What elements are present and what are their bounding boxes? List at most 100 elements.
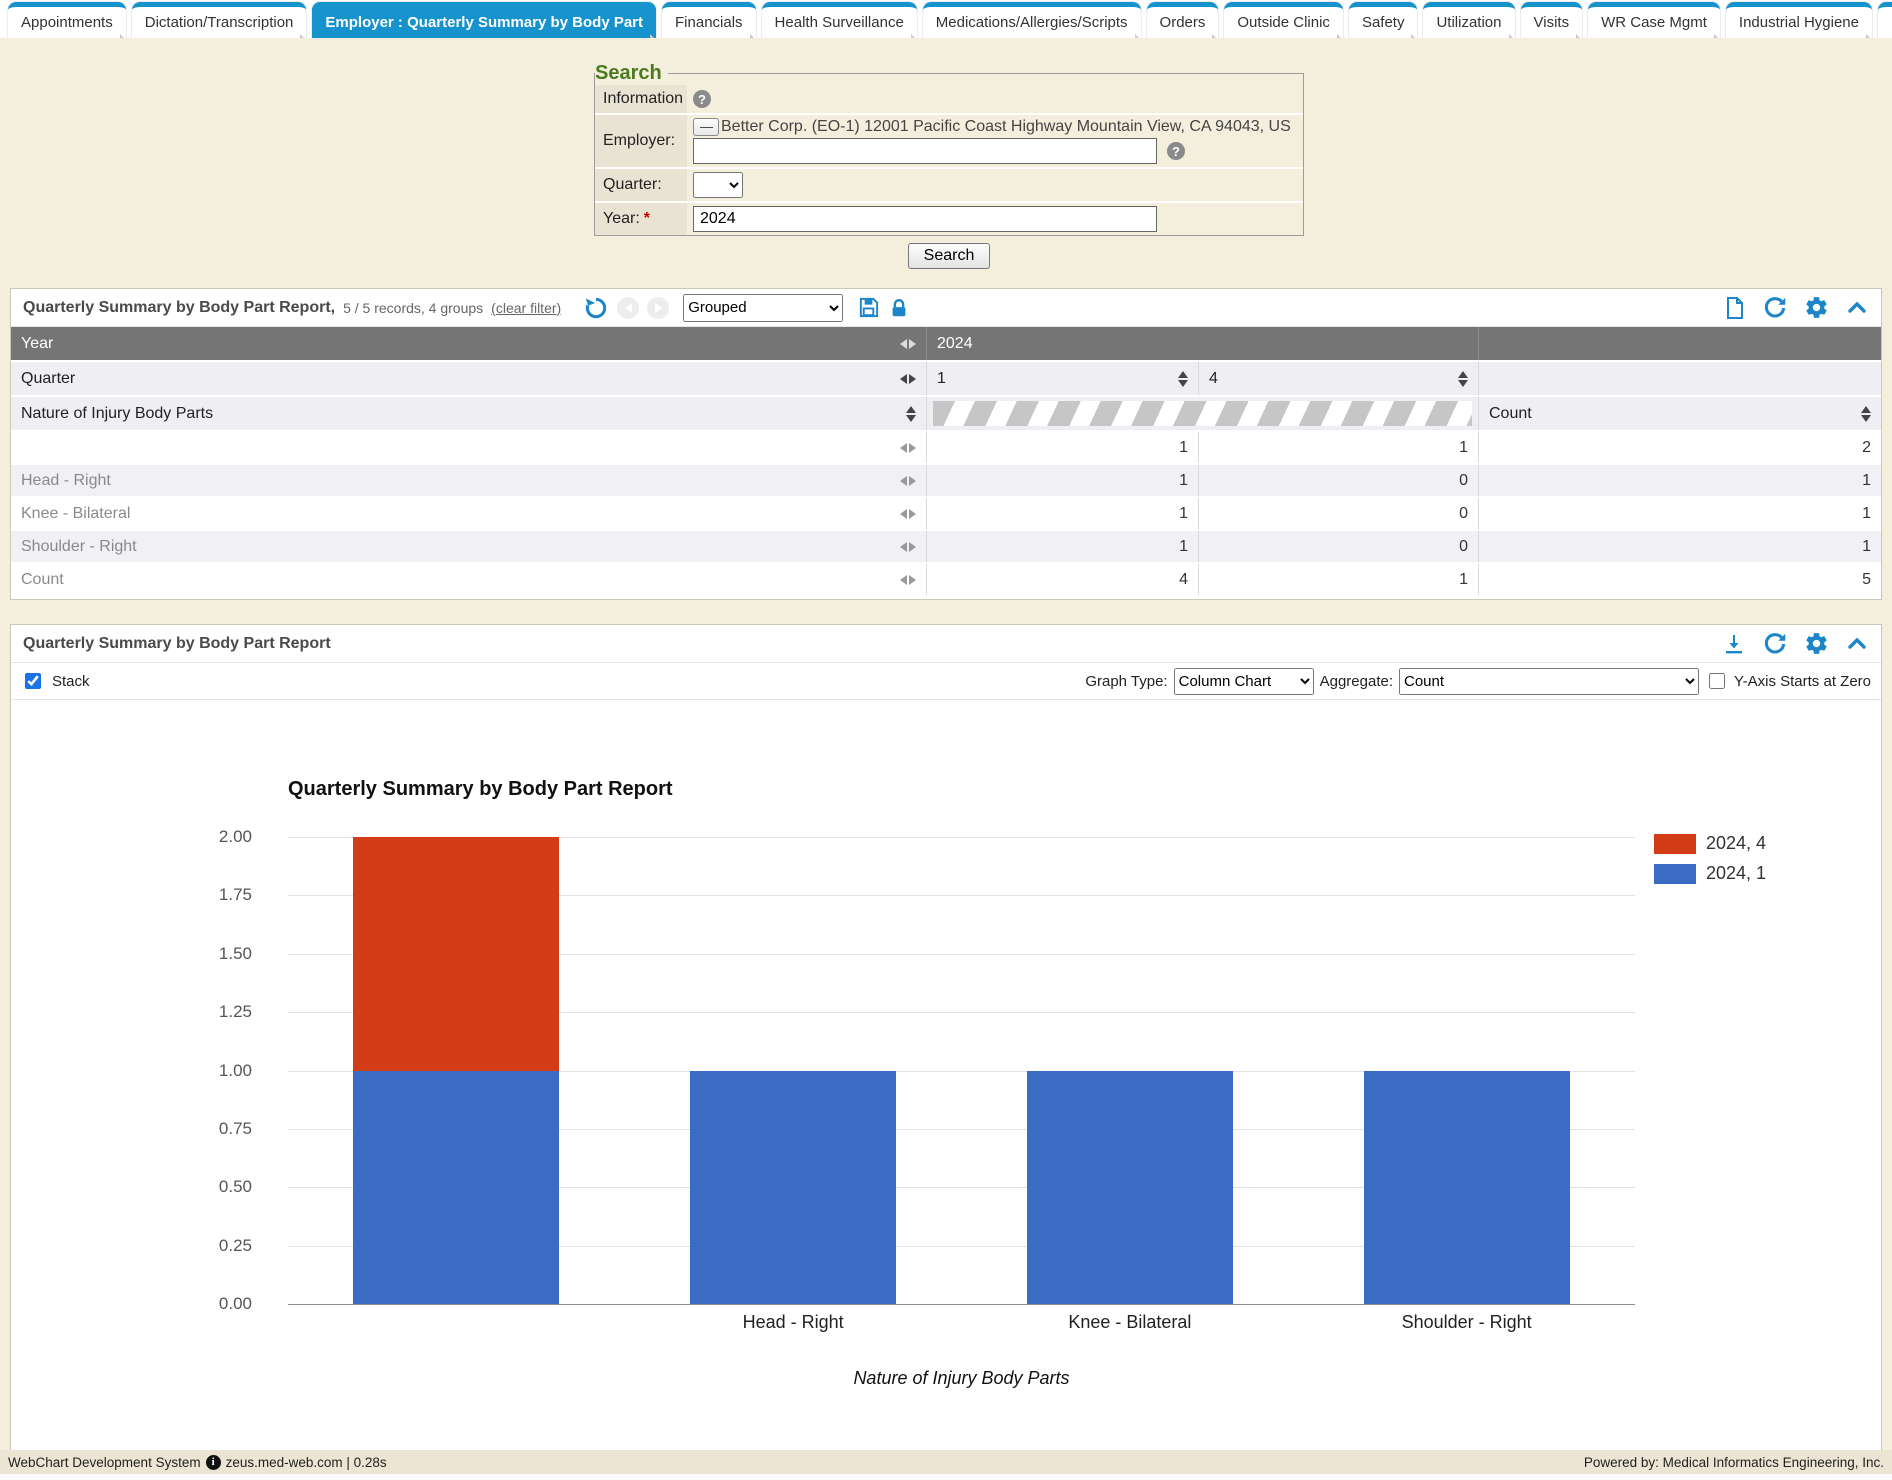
chart-canvas: Quarterly Summary by Body Part Report Na… (11, 700, 1881, 1455)
tab-safety[interactable]: Safety (1349, 2, 1418, 38)
column-move-icon[interactable] (900, 509, 916, 519)
quarter-1-header: 1 (937, 370, 946, 388)
stack-checkbox[interactable] (25, 673, 41, 689)
tab-orders[interactable]: Orders (1147, 2, 1219, 38)
new-document-icon[interactable] (1722, 296, 1746, 320)
yaxis-zero-checkbox[interactable] (1709, 673, 1725, 689)
collapse-panel-icon[interactable] (1845, 296, 1869, 320)
bar-Knee - Bilateral-series-2024, 1[interactable] (1027, 1071, 1233, 1305)
collapse-panel-icon[interactable] (1845, 632, 1869, 656)
hatched-spacer-cell (926, 397, 1478, 430)
column-move-icon[interactable] (900, 374, 916, 384)
column-move-icon[interactable] (900, 476, 916, 486)
bar-unlabeled-series-2024, 1[interactable] (353, 1071, 559, 1305)
graph-type-select[interactable]: Column Chart (1174, 668, 1314, 695)
year-row-empty-cell (1478, 327, 1881, 360)
employer-help-icon[interactable]: ? (1167, 142, 1185, 160)
tab-bar: Appointments Dictation/Transcription Emp… (0, 0, 1892, 38)
y-tick-label: 0.25 (182, 1236, 252, 1256)
table-row[interactable]: Head - Right 1 0 1 (11, 465, 1881, 498)
column-move-icon[interactable] (900, 575, 916, 585)
employer-input[interactable] (693, 138, 1157, 164)
information-help-icon[interactable]: ? (693, 90, 711, 108)
table-row[interactable]: 1 1 2 (11, 432, 1881, 465)
x-category-label: Shoulder - Right (1402, 1312, 1532, 1333)
tab-wr-case-mgmt[interactable]: WR Case Mgmt (1588, 2, 1720, 38)
refresh-icon[interactable] (1762, 631, 1788, 657)
count-column-label: Count (1489, 405, 1532, 423)
sort-icon[interactable] (906, 406, 916, 422)
information-label: Information (595, 85, 687, 113)
refresh-icon[interactable] (1762, 295, 1788, 321)
nav-back-icon (617, 297, 639, 319)
grid-records-count: 5 / 5 records, 4 groups (343, 300, 483, 316)
quarter-row-label: Quarter (21, 370, 75, 388)
table-row[interactable]: Knee - Bilateral 1 0 1 (11, 498, 1881, 531)
tab-utilization[interactable]: Utilization (1423, 2, 1514, 38)
tab-appointments[interactable]: Appointments (8, 2, 126, 38)
year-row-value: 2024 (926, 327, 1478, 360)
table-row[interactable]: Shoulder - Right 1 0 1 (11, 531, 1881, 564)
plot-area (288, 837, 1635, 1304)
search-title: Search (595, 62, 668, 85)
year-label: Year: * (595, 203, 687, 235)
tab-visits[interactable]: Visits (1521, 2, 1583, 38)
legend-item[interactable]: 2024, 4 (1654, 833, 1766, 854)
y-tick-label: 1.25 (182, 1002, 252, 1022)
quarter-4-header: 4 (1209, 370, 1218, 388)
save-icon[interactable] (857, 296, 880, 319)
quarter-select[interactable] (693, 172, 743, 198)
tab-employer-quarterly-summary[interactable]: Employer : Quarterly Summary by Body Par… (312, 2, 656, 38)
legend-item[interactable]: 2024, 1 (1654, 863, 1766, 884)
status-bar: WebChart Development System i zeus.med-w… (0, 1450, 1892, 1474)
clear-filter-link[interactable]: (clear filter) (491, 300, 561, 316)
quarter-row: Quarter: (595, 167, 1303, 201)
grid-report-title: Quarterly Summary by Body Part Report, (23, 299, 335, 317)
yaxis-zero-label: Y-Axis Starts at Zero (1734, 673, 1871, 690)
chart-legend: 2024, 4 2024, 1 (1654, 833, 1766, 884)
tab-financials[interactable]: Financials (662, 2, 756, 38)
powered-by: Powered by: Medical Informatics Engineer… (1584, 1455, 1884, 1470)
chart-report-panel: Quarterly Summary by Body Part Report (10, 624, 1882, 1457)
tab-industrial-hygiene[interactable]: Industrial Hygiene (1726, 2, 1872, 38)
y-tick-label: 2.00 (182, 827, 252, 847)
search-button[interactable]: Search (908, 243, 991, 269)
employer-selected-text: Better Corp. (EO-1) 12001 Pacific Coast … (721, 118, 1291, 136)
sort-icon[interactable] (1458, 371, 1468, 387)
tab-medications-allergies-scripts[interactable]: Medications/Allergies/Scripts (923, 2, 1141, 38)
y-tick-label: 0.00 (182, 1294, 252, 1314)
table-row[interactable]: Count 4 1 5 (11, 564, 1881, 597)
lock-icon[interactable] (888, 297, 910, 319)
page-bottom-strip (0, 1474, 1892, 1480)
bar-Shoulder - Right-series-2024, 1[interactable] (1364, 1071, 1570, 1305)
grid-report-panel: Quarterly Summary by Body Part Report, 5… (10, 288, 1882, 600)
graph-type-label: Graph Type: (1085, 673, 1167, 690)
bar-Head - Right-series-2024, 1[interactable] (690, 1071, 896, 1305)
y-tick-label: 1.50 (182, 944, 252, 964)
quarter-label: Quarter: (595, 169, 687, 201)
gear-icon[interactable] (1804, 631, 1829, 656)
tab-health-surveillance[interactable]: Health Surveillance (762, 2, 917, 38)
sort-icon[interactable] (1861, 406, 1871, 422)
column-move-icon[interactable] (900, 542, 916, 552)
year-input[interactable] (693, 206, 1157, 232)
aggregate-select[interactable]: Count (1399, 668, 1699, 695)
legend-swatch (1654, 864, 1696, 884)
column-move-icon[interactable] (900, 443, 916, 453)
employer-collapse-button[interactable]: — (693, 118, 719, 136)
tab-outside-clinic[interactable]: Outside Clinic (1224, 2, 1343, 38)
download-icon[interactable] (1722, 632, 1746, 656)
info-icon[interactable]: i (206, 1455, 221, 1470)
tab-dictation-transcription[interactable]: Dictation/Transcription (132, 2, 307, 38)
required-asterisk: * (644, 210, 650, 228)
y-tick-label: 1.75 (182, 885, 252, 905)
x-category-label: Knee - Bilateral (1068, 1312, 1191, 1333)
tab-hr-data-feed[interactable]: HR Data Feed (1878, 2, 1892, 38)
undo-icon[interactable] (583, 295, 609, 321)
view-mode-select[interactable]: Grouped (683, 294, 843, 322)
gear-icon[interactable] (1804, 295, 1829, 320)
sort-icon[interactable] (1178, 371, 1188, 387)
legend-swatch (1654, 834, 1696, 854)
column-move-icon[interactable] (900, 339, 916, 349)
bar-unlabeled-series-2024, 4[interactable] (353, 837, 559, 1071)
